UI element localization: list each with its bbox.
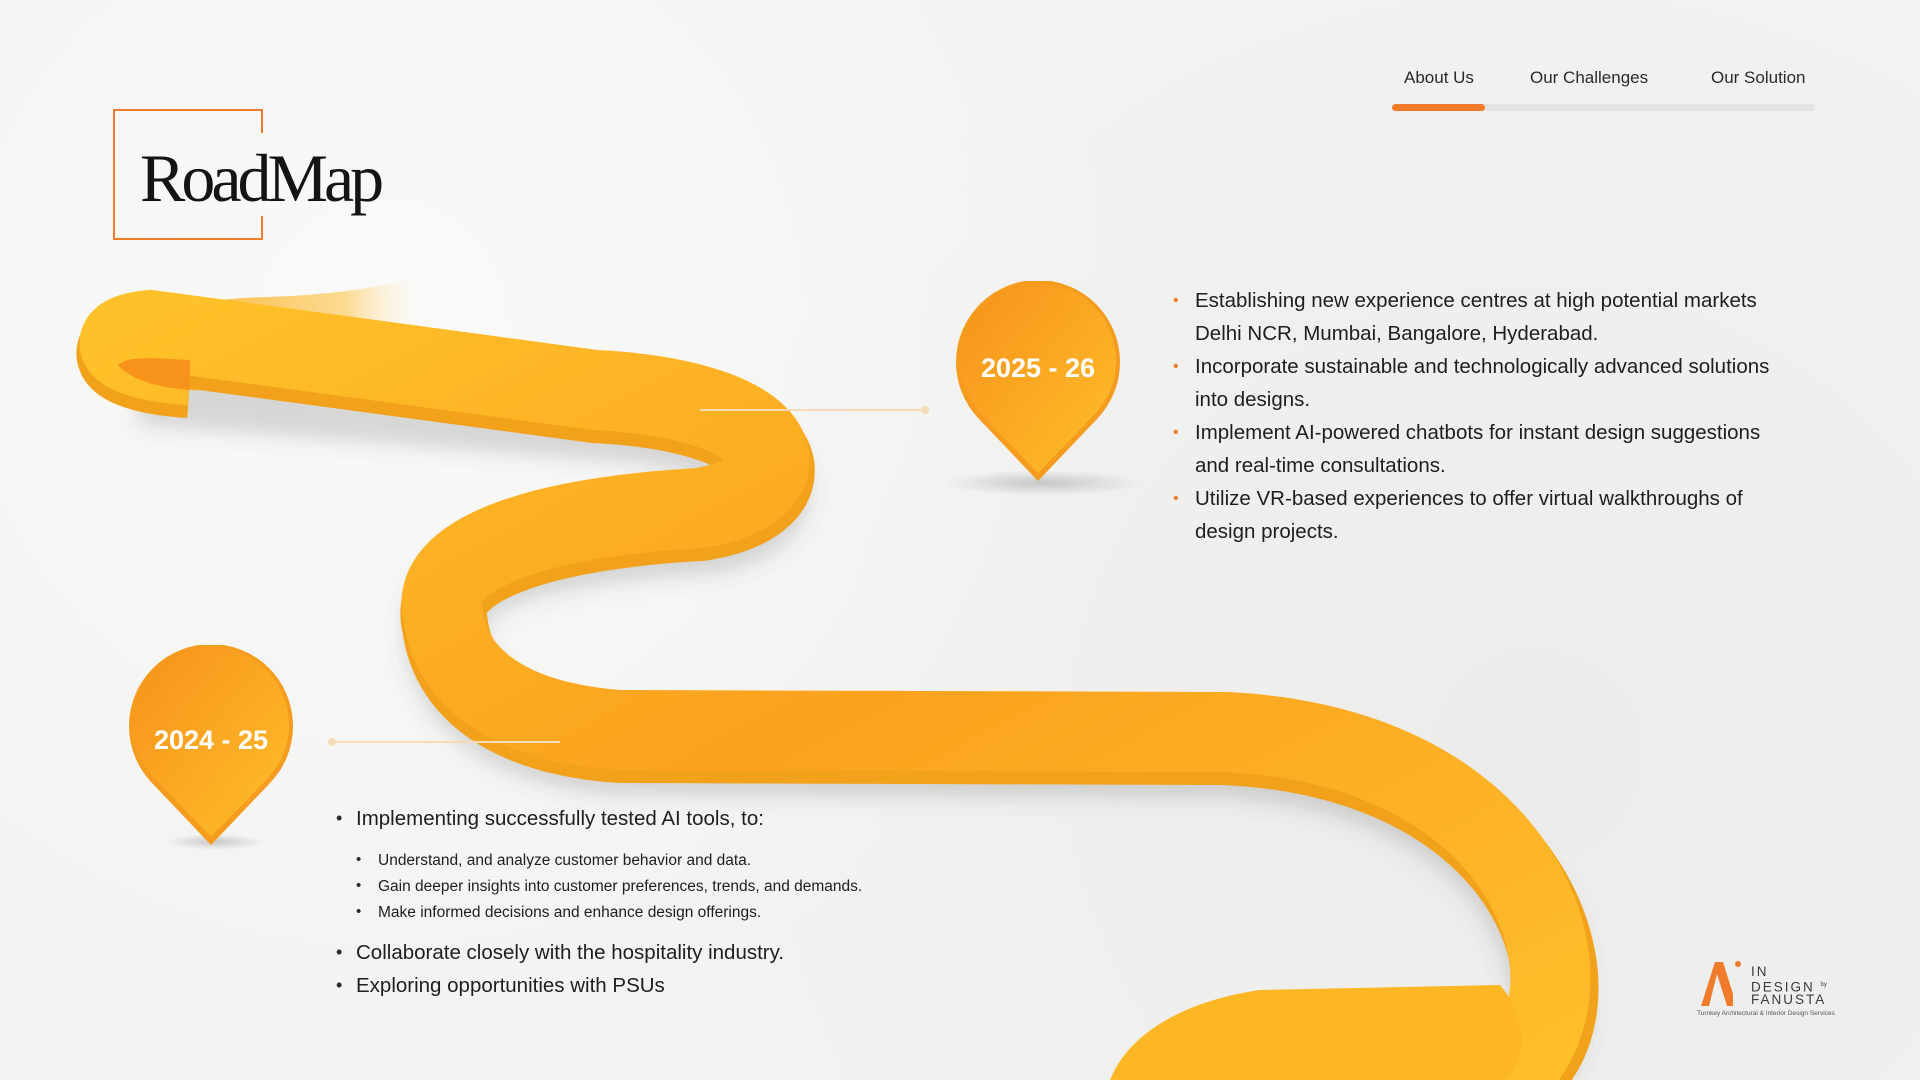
logo-text-line: FANUSTA (1751, 992, 1827, 1007)
list-item: Implementing successfully tested AI tool… (334, 802, 974, 835)
connector-dot-2024 (328, 738, 336, 746)
list-item: Incorporate sustainable and technologica… (1173, 350, 1793, 416)
milestone-period-2024-25: 2024 - 25 (153, 725, 269, 755)
list-item: Gain deeper insights into customer prefe… (354, 873, 994, 900)
connector-line-2024 (332, 741, 560, 743)
list-item: Collaborate closely with the hospitality… (334, 936, 974, 969)
list-item: Understand, and analyze customer behavio… (354, 847, 994, 874)
logo-mark-icon (1701, 961, 1741, 1006)
list-item: Establishing new experience centres at h… (1173, 284, 1793, 350)
milestone-pin-2024-25: 2024 - 25 (127, 644, 295, 850)
milestone-2025-26-list: Establishing new experience centres at h… (1173, 284, 1793, 548)
milestone-pin-2025-26: 2025 - 26 (954, 280, 1122, 486)
connector-line-2025 (700, 409, 925, 411)
milestone-2024-25-lead: Implementing successfully tested AI tool… (334, 802, 974, 835)
connector-dot-2025 (921, 406, 929, 414)
list-item: Exploring opportunities with PSUs (334, 969, 974, 1002)
list-item: Utilize VR-based experiences to offer vi… (1173, 482, 1793, 548)
logo-text-line: IN (1751, 964, 1769, 979)
logo-tagline: Turnkey Architectural & Interior Design … (1697, 1010, 1835, 1017)
milestone-period-2025-26: 2025 - 26 (980, 353, 1096, 383)
list-item: Implement AI-powered chatbots for instan… (1173, 416, 1793, 482)
list-item: Make informed decisions and enhance desi… (354, 899, 994, 926)
milestone-2024-25-sublist: Understand, and analyze customer behavio… (354, 847, 994, 926)
milestone-2024-25-list: Collaborate closely with the hospitality… (334, 936, 974, 1002)
company-logo: IN DESIGN by FANUSTA Turnkey Architectur… (1695, 958, 1840, 1020)
